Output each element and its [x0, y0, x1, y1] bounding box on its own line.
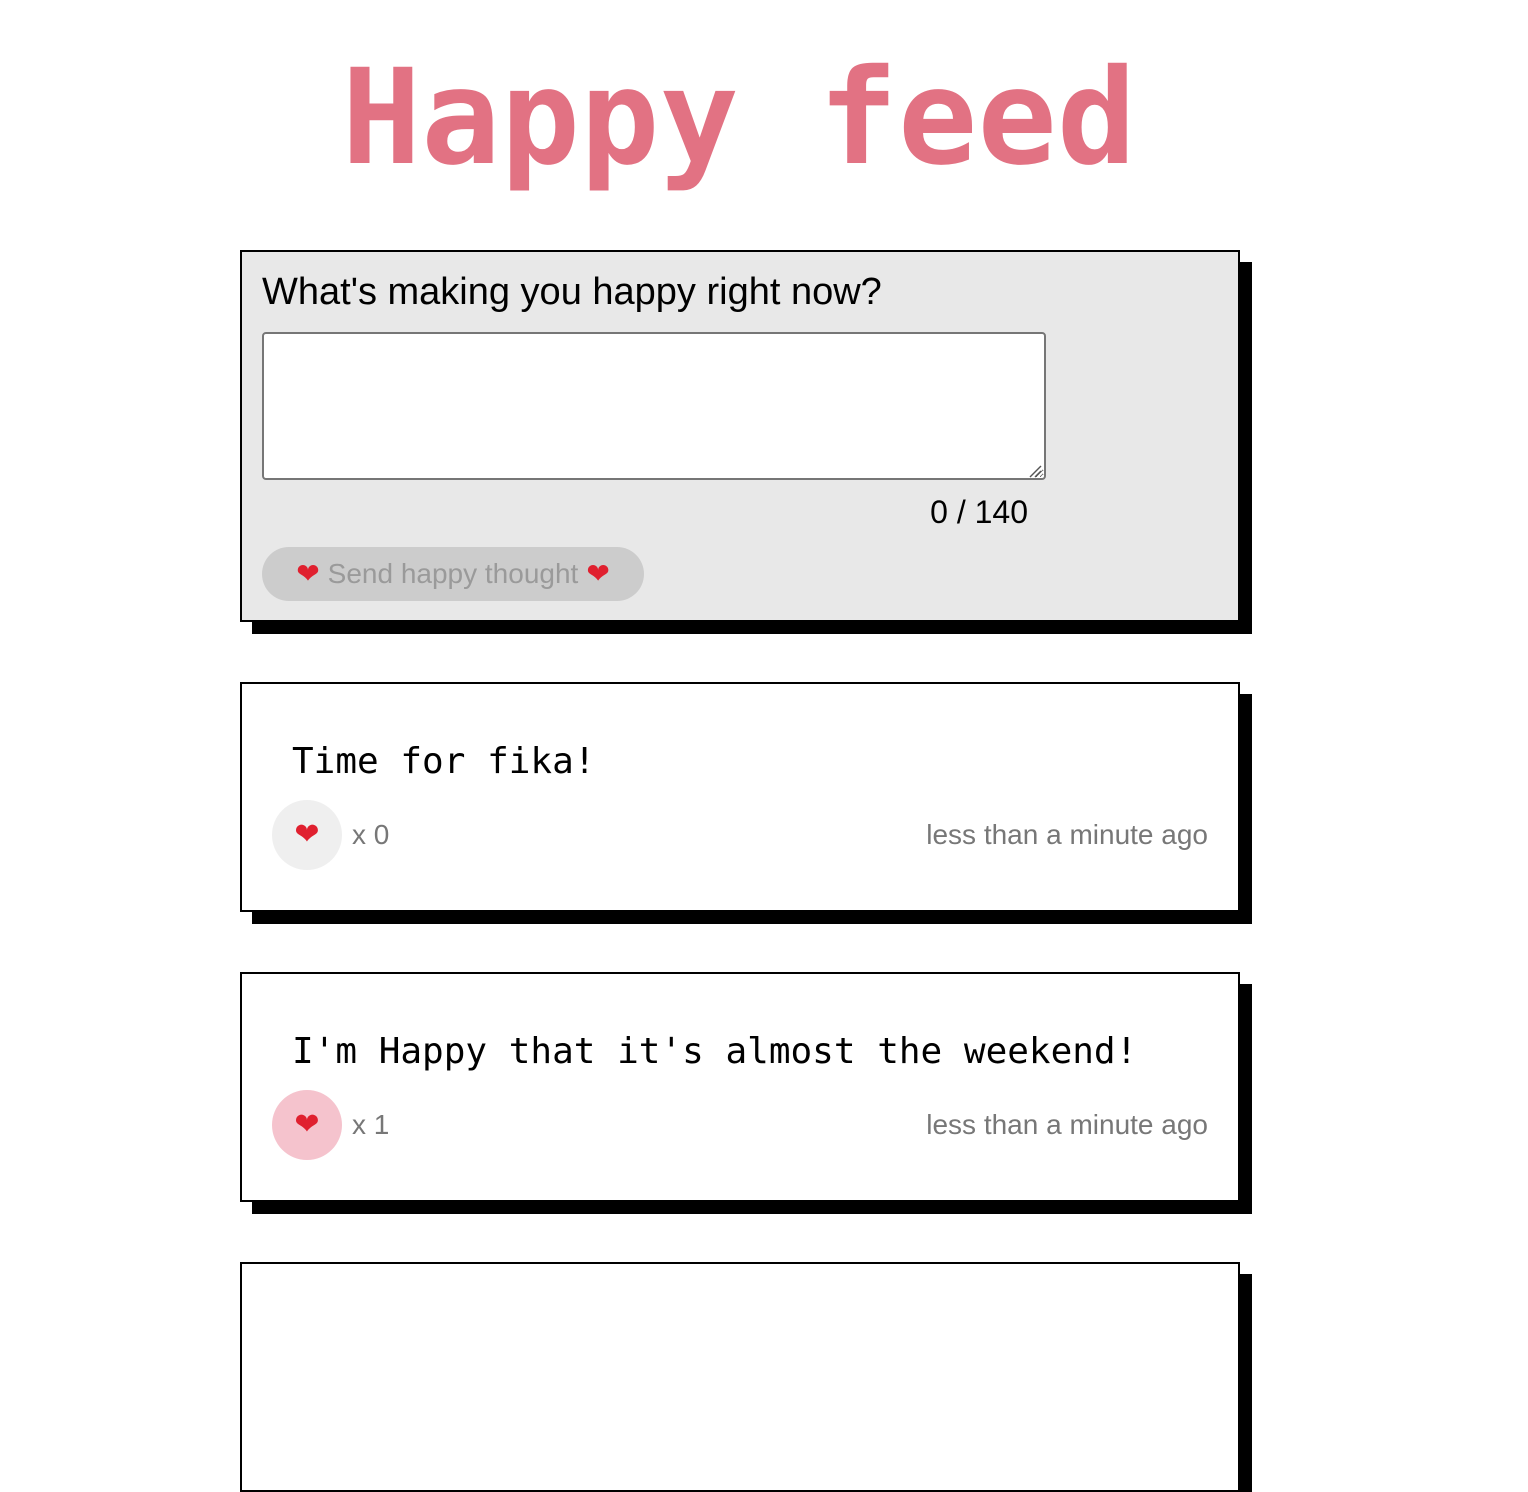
happy-thought-input[interactable] — [262, 332, 1046, 480]
thought-message: Time for fika! — [292, 741, 596, 782]
like-count: x 0 — [352, 819, 390, 850]
character-counter: 0 / 140 — [930, 494, 1028, 530]
thought-timestamp: less than a minute ago — [926, 819, 1208, 850]
heart-icon: ❤ — [586, 558, 610, 589]
heart-icon: ❤ — [294, 1108, 320, 1141]
like-button[interactable]: ❤ — [272, 800, 342, 870]
thought-card — [240, 1262, 1240, 1492]
thought-card: Time for fika! ❤ x 0 less than a minute … — [240, 682, 1240, 912]
heart-icon: ❤ — [296, 558, 320, 589]
resize-handle-icon[interactable] — [1028, 464, 1042, 478]
like-button[interactable]: ❤ — [272, 1090, 342, 1160]
happy-thought-form: What's making you happy right now? 0 / 1… — [240, 250, 1240, 622]
like-count: x 1 — [352, 1109, 390, 1140]
page-title: Happy feed — [341, 41, 1137, 195]
send-happy-thought-button[interactable]: ❤ Send happy thought ❤ — [262, 547, 644, 601]
thought-timestamp: less than a minute ago — [926, 1109, 1208, 1140]
thought-card: I'm Happy that it's almost the weekend! … — [240, 972, 1240, 1202]
thought-message: I'm Happy that it's almost the weekend! — [292, 1031, 1138, 1072]
send-button-label: Send happy thought — [327, 558, 579, 589]
heart-icon: ❤ — [294, 818, 320, 851]
composer-label: What's making you happy right now? — [262, 271, 882, 313]
